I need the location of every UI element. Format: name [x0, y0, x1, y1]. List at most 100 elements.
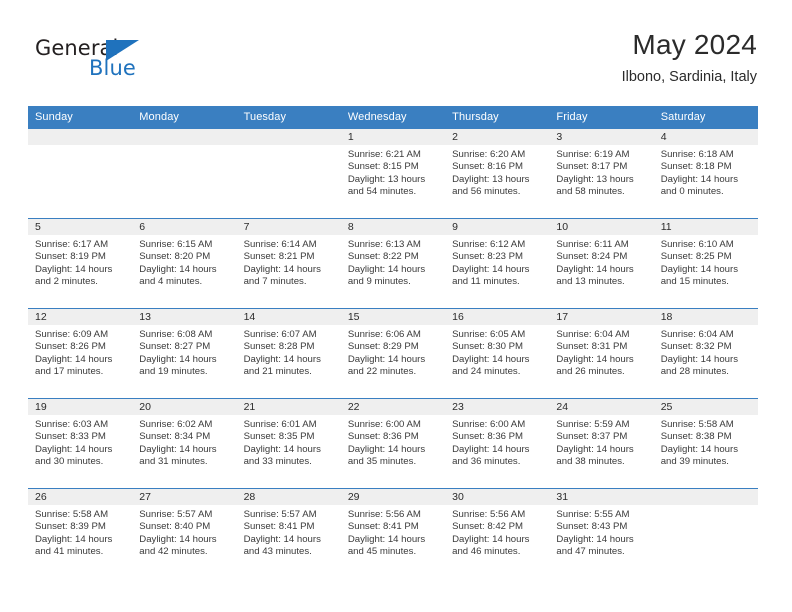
sunset-text: Sunset: 8:35 PM	[243, 431, 315, 443]
calendar-day-cell[interactable]: 2 Sunrise: 6:20 AM Sunset: 8:16 PM Dayli…	[445, 128, 550, 219]
calendar-day-cell[interactable]: 3 Sunrise: 6:19 AM Sunset: 8:17 PM Dayli…	[549, 128, 654, 219]
sunrise-text: Sunrise: 6:06 AM	[347, 329, 421, 340]
calendar-day-cell[interactable]: 18 Sunrise: 6:04 AM Sunset: 8:32 PM Dayl…	[653, 308, 758, 399]
calendar-day-cell[interactable]: 28 Sunrise: 5:57 AM Sunset: 8:41 PM Dayl…	[236, 488, 341, 579]
sunset-text: Sunset: 8:29 PM	[347, 341, 419, 353]
title-block: May 2024 Ilbono, Sardinia, Italy	[622, 28, 757, 86]
calendar-day-cell[interactable]: 15 Sunrise: 6:06 AM Sunset: 8:29 PM Dayl…	[340, 308, 446, 399]
day-cell-content: 14 Sunrise: 6:07 AM Sunset: 8:28 PM Dayl…	[236, 309, 341, 398]
calendar-day-cell[interactable]: 30 Sunrise: 5:56 AM Sunset: 8:42 PM Dayl…	[445, 488, 550, 579]
day-number: 10	[549, 219, 654, 235]
calendar-day-cell[interactable]: 9 Sunrise: 6:12 AM Sunset: 8:23 PM Dayli…	[445, 218, 550, 309]
day-number: 26	[28, 489, 133, 505]
calendar-day-cell[interactable]: 26 Sunrise: 5:58 AM Sunset: 8:39 PM Dayl…	[28, 488, 133, 579]
day-cell-content: 16 Sunrise: 6:05 AM Sunset: 8:30 PM Dayl…	[445, 309, 550, 398]
sunrise-text: Sunrise: 6:09 AM	[35, 329, 109, 340]
day-details: Sunrise: 6:07 AM Sunset: 8:28 PM Dayligh…	[237, 325, 341, 379]
calendar-day-cell[interactable]: 14 Sunrise: 6:07 AM Sunset: 8:28 PM Dayl…	[236, 308, 341, 399]
day-details: Sunrise: 6:05 AM Sunset: 8:30 PM Dayligh…	[445, 325, 549, 379]
day-number: 5	[28, 219, 133, 235]
day-cell-content: 3 Sunrise: 6:19 AM Sunset: 8:17 PM Dayli…	[549, 129, 654, 218]
sunrise-text: Sunrise: 5:57 AM	[139, 509, 213, 520]
sunset-text: Sunset: 8:21 PM	[243, 251, 315, 263]
sunrise-text: Sunrise: 5:56 AM	[347, 509, 421, 520]
day-number: 29	[340, 489, 446, 505]
sunset-text: Sunset: 8:42 PM	[452, 521, 524, 533]
calendar-week-row: 5 Sunrise: 6:17 AM Sunset: 8:19 PM Dayli…	[28, 218, 758, 309]
day-details: Sunrise: 6:00 AM Sunset: 8:36 PM Dayligh…	[445, 415, 549, 469]
page-title: May 2024	[632, 29, 757, 60]
day-details: Sunrise: 6:01 AM Sunset: 8:35 PM Dayligh…	[237, 415, 341, 469]
calendar-day-cell[interactable]: 8 Sunrise: 6:13 AM Sunset: 8:22 PM Dayli…	[340, 218, 446, 309]
calendar-day-cell[interactable]: 4 Sunrise: 6:18 AM Sunset: 8:18 PM Dayli…	[653, 128, 758, 219]
calendar-day-cell[interactable]: 12 Sunrise: 6:09 AM Sunset: 8:26 PM Dayl…	[28, 308, 133, 399]
day-cell-content: 29 Sunrise: 5:56 AM Sunset: 8:41 PM Dayl…	[340, 489, 446, 578]
calendar-day-cell[interactable]	[653, 488, 758, 579]
sunset-text: Sunset: 8:26 PM	[35, 341, 106, 353]
weekday-header-thursday: Thursday	[445, 106, 550, 129]
day-details: Sunrise: 5:55 AM Sunset: 8:43 PM Dayligh…	[549, 505, 653, 559]
calendar-day-cell[interactable]	[28, 128, 133, 219]
day-cell-content: 8 Sunrise: 6:13 AM Sunset: 8:22 PM Dayli…	[340, 219, 446, 308]
daylight-text: Daylight: 14 hours and 38 minutes.	[556, 443, 634, 468]
day-number: 6	[132, 219, 237, 235]
calendar-day-cell[interactable]: 7 Sunrise: 6:14 AM Sunset: 8:21 PM Dayli…	[236, 218, 341, 309]
calendar-day-cell[interactable]: 25 Sunrise: 5:58 AM Sunset: 8:38 PM Dayl…	[653, 398, 758, 489]
page-header: General Blue May 2024 Ilbono, Sardinia, …	[0, 0, 792, 100]
day-cell-content: 17 Sunrise: 6:04 AM Sunset: 8:31 PM Dayl…	[549, 309, 654, 398]
sunset-text: Sunset: 8:19 PM	[35, 251, 106, 263]
day-details: Sunrise: 5:59 AM Sunset: 8:37 PM Dayligh…	[549, 415, 653, 469]
calendar-day-cell[interactable]: 5 Sunrise: 6:17 AM Sunset: 8:19 PM Dayli…	[28, 218, 133, 309]
calendar-day-cell[interactable]: 23 Sunrise: 6:00 AM Sunset: 8:36 PM Dayl…	[445, 398, 550, 489]
day-number: 3	[549, 129, 654, 145]
day-details: Sunrise: 6:19 AM Sunset: 8:17 PM Dayligh…	[549, 145, 653, 199]
sunrise-text: Sunrise: 6:02 AM	[139, 419, 213, 430]
calendar-day-cell[interactable]	[132, 128, 237, 219]
day-cell-content: 18 Sunrise: 6:04 AM Sunset: 8:32 PM Dayl…	[653, 309, 758, 398]
calendar-day-cell[interactable]: 21 Sunrise: 6:01 AM Sunset: 8:35 PM Dayl…	[236, 398, 341, 489]
calendar-day-cell[interactable]: 24 Sunrise: 5:59 AM Sunset: 8:37 PM Dayl…	[549, 398, 654, 489]
daylight-text: Daylight: 14 hours and 42 minutes.	[139, 533, 217, 558]
sunset-text: Sunset: 8:41 PM	[347, 521, 419, 533]
calendar-day-cell[interactable]: 10 Sunrise: 6:11 AM Sunset: 8:24 PM Dayl…	[549, 218, 654, 309]
calendar-day-cell[interactable]: 31 Sunrise: 5:55 AM Sunset: 8:43 PM Dayl…	[549, 488, 654, 579]
sunrise-text: Sunrise: 6:14 AM	[243, 239, 317, 250]
daylight-text: Daylight: 14 hours and 17 minutes.	[35, 353, 113, 378]
calendar-day-cell[interactable]: 19 Sunrise: 6:03 AM Sunset: 8:33 PM Dayl…	[28, 398, 133, 489]
sunrise-text: Sunrise: 5:58 AM	[35, 509, 109, 520]
sunrise-text: Sunrise: 6:18 AM	[660, 149, 734, 160]
general-blue-logo: General Blue	[35, 36, 215, 84]
day-number: 7	[236, 219, 341, 235]
calendar-day-cell[interactable]	[236, 128, 341, 219]
sunrise-text: Sunrise: 6:21 AM	[347, 149, 421, 160]
day-number	[653, 489, 758, 505]
daylight-text: Daylight: 14 hours and 43 minutes.	[243, 533, 321, 558]
calendar-week-row: 19 Sunrise: 6:03 AM Sunset: 8:33 PM Dayl…	[28, 398, 758, 489]
sunset-text: Sunset: 8:31 PM	[556, 341, 628, 353]
day-details: Sunrise: 6:00 AM Sunset: 8:36 PM Dayligh…	[341, 415, 445, 469]
day-cell-content: 27 Sunrise: 5:57 AM Sunset: 8:40 PM Dayl…	[132, 489, 237, 578]
calendar-day-cell[interactable]: 17 Sunrise: 6:04 AM Sunset: 8:31 PM Dayl…	[549, 308, 654, 399]
calendar-day-cell[interactable]: 13 Sunrise: 6:08 AM Sunset: 8:27 PM Dayl…	[132, 308, 237, 399]
calendar-day-cell[interactable]: 20 Sunrise: 6:02 AM Sunset: 8:34 PM Dayl…	[132, 398, 237, 489]
day-number: 22	[340, 399, 446, 415]
day-details: Sunrise: 6:10 AM Sunset: 8:25 PM Dayligh…	[654, 235, 758, 289]
daylight-text: Daylight: 14 hours and 41 minutes.	[35, 533, 113, 558]
calendar-day-cell[interactable]: 29 Sunrise: 5:56 AM Sunset: 8:41 PM Dayl…	[340, 488, 446, 579]
day-cell-content: 15 Sunrise: 6:06 AM Sunset: 8:29 PM Dayl…	[340, 309, 446, 398]
calendar-day-cell[interactable]: 1 Sunrise: 6:21 AM Sunset: 8:15 PM Dayli…	[340, 128, 446, 219]
calendar-week-row: 1 Sunrise: 6:21 AM Sunset: 8:15 PM Dayli…	[28, 128, 758, 219]
calendar-day-cell[interactable]: 16 Sunrise: 6:05 AM Sunset: 8:30 PM Dayl…	[445, 308, 550, 399]
daylight-text: Daylight: 14 hours and 2 minutes.	[35, 263, 113, 288]
calendar-day-cell[interactable]: 27 Sunrise: 5:57 AM Sunset: 8:40 PM Dayl…	[132, 488, 237, 579]
calendar-day-cell[interactable]: 22 Sunrise: 6:00 AM Sunset: 8:36 PM Dayl…	[340, 398, 446, 489]
daylight-text: Daylight: 14 hours and 7 minutes.	[243, 263, 321, 288]
daylight-text: Daylight: 14 hours and 47 minutes.	[556, 533, 634, 558]
calendar-day-cell[interactable]: 6 Sunrise: 6:15 AM Sunset: 8:20 PM Dayli…	[132, 218, 237, 309]
day-number: 15	[340, 309, 446, 325]
sunrise-text: Sunrise: 6:19 AM	[556, 149, 630, 160]
daylight-text: Daylight: 14 hours and 30 minutes.	[35, 443, 113, 468]
day-number: 27	[132, 489, 237, 505]
calendar-day-cell[interactable]: 11 Sunrise: 6:10 AM Sunset: 8:25 PM Dayl…	[653, 218, 758, 309]
day-cell-content	[132, 129, 237, 218]
